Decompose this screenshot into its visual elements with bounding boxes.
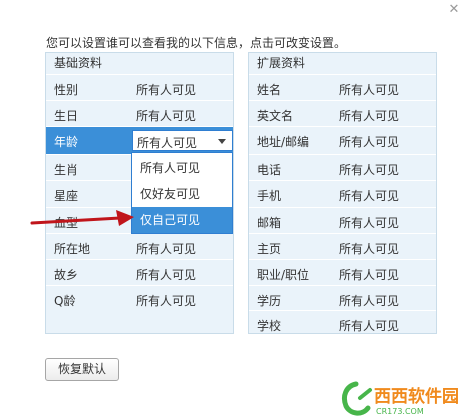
watermark-logo-text: 西西软件园 xyxy=(374,386,459,407)
row-label: 邮箱 xyxy=(257,216,282,230)
restore-default-button[interactable]: 恢复默认 xyxy=(45,358,119,381)
ext-row-school[interactable]: 学校 所有人可见 xyxy=(249,310,436,338)
row-label: 主页 xyxy=(257,242,282,256)
visibility-dropdown-list: 所有人可见 仅好友可见 仅自己可见 xyxy=(131,152,233,234)
row-label: 电话 xyxy=(257,163,282,177)
row-value[interactable]: 所有人可见 xyxy=(136,292,196,309)
row-label: 生肖 xyxy=(54,163,79,177)
ext-row-phone[interactable]: 电话 所有人可见 xyxy=(249,154,436,182)
ext-row-homepage[interactable]: 主页 所有人可见 xyxy=(249,233,436,261)
row-value[interactable]: 所有人可见 xyxy=(136,107,196,124)
basic-row-age[interactable]: 年龄 所有人可见 xyxy=(46,126,233,154)
row-label: 学历 xyxy=(257,294,282,308)
row-label: 学校 xyxy=(257,319,282,333)
intro-text: 您可以设置谁可以查看我的以下信息，点击可改变设置。 xyxy=(46,36,347,50)
row-value[interactable]: 所有人可见 xyxy=(339,266,399,283)
row-label: 年龄 xyxy=(54,135,79,149)
ext-row-occupation[interactable]: 职业/职位 所有人可见 xyxy=(249,259,436,287)
row-value[interactable]: 所有人可见 xyxy=(136,266,196,283)
row-label: Q龄 xyxy=(54,294,76,308)
basic-info-title: 基础资料 xyxy=(54,56,103,70)
annotation-arrow-icon xyxy=(30,210,134,226)
row-label: 所在地 xyxy=(54,242,91,256)
row-value[interactable]: 所有人可见 xyxy=(339,240,399,257)
basic-row-gender[interactable]: 性别 所有人可见 xyxy=(46,74,233,102)
watermark-site-text: CR173.COM xyxy=(376,407,424,416)
row-value[interactable]: 所有人可见 xyxy=(339,317,399,334)
row-label: 手机 xyxy=(257,189,282,203)
row-value[interactable]: 所有人可见 xyxy=(339,187,399,204)
basic-row-hometown[interactable]: 故乡 所有人可见 xyxy=(46,259,233,287)
visibility-select[interactable]: 所有人可见 xyxy=(132,130,233,151)
row-label: 姓名 xyxy=(257,83,282,97)
dropdown-option-self-only[interactable]: 仅自己可见 xyxy=(132,207,232,233)
ext-row-mobile[interactable]: 手机 所有人可见 xyxy=(249,180,436,208)
row-value[interactable]: 所有人可见 xyxy=(339,214,399,231)
ext-row-education[interactable]: 学历 所有人可见 xyxy=(249,285,436,313)
basic-row-location[interactable]: 所在地 所有人可见 xyxy=(46,233,233,261)
ext-row-address[interactable]: 地址/邮编 所有人可见 xyxy=(249,126,436,154)
basic-row-q-age[interactable]: Q龄 所有人可见 xyxy=(46,285,233,313)
ext-row-email[interactable]: 邮箱 所有人可见 xyxy=(249,207,436,235)
row-label: 地址/邮编 xyxy=(257,135,310,149)
row-value[interactable]: 所有人可见 xyxy=(339,107,399,124)
dropdown-option-everyone[interactable]: 所有人可见 xyxy=(132,155,232,181)
row-value[interactable]: 所有人可见 xyxy=(339,161,399,178)
row-value[interactable]: 所有人可见 xyxy=(136,240,196,257)
close-icon: ✕ xyxy=(448,2,460,17)
row-value[interactable]: 所有人可见 xyxy=(339,133,399,150)
chevron-down-icon[interactable] xyxy=(218,139,226,144)
ext-row-name[interactable]: 姓名 所有人可见 xyxy=(249,74,436,102)
row-label: 职业/职位 xyxy=(257,268,310,282)
ext-row-english-name[interactable]: 英文名 所有人可见 xyxy=(249,100,436,128)
row-label: 故乡 xyxy=(54,268,79,282)
row-label: 星座 xyxy=(54,189,79,203)
dropdown-option-friends-only[interactable]: 仅好友可见 xyxy=(132,181,232,207)
select-value: 所有人可见 xyxy=(137,136,198,150)
row-value[interactable]: 所有人可见 xyxy=(339,292,399,309)
row-value[interactable]: 所有人可见 xyxy=(136,81,196,98)
watermark-logo: 西西软件园 CR173.COM xyxy=(341,381,459,416)
basic-row-birthday[interactable]: 生日 所有人可见 xyxy=(46,100,233,128)
extended-info-panel: 扩展资料 姓名 所有人可见 英文名 所有人可见 地址/邮编 所有人可见 电话 所… xyxy=(248,52,437,334)
close-button[interactable]: ✕ xyxy=(447,3,461,17)
row-label: 生日 xyxy=(54,109,79,123)
row-label: 英文名 xyxy=(257,109,294,123)
row-value[interactable]: 所有人可见 xyxy=(339,81,399,98)
row-label: 性别 xyxy=(54,83,79,97)
extended-info-title: 扩展资料 xyxy=(257,56,306,70)
